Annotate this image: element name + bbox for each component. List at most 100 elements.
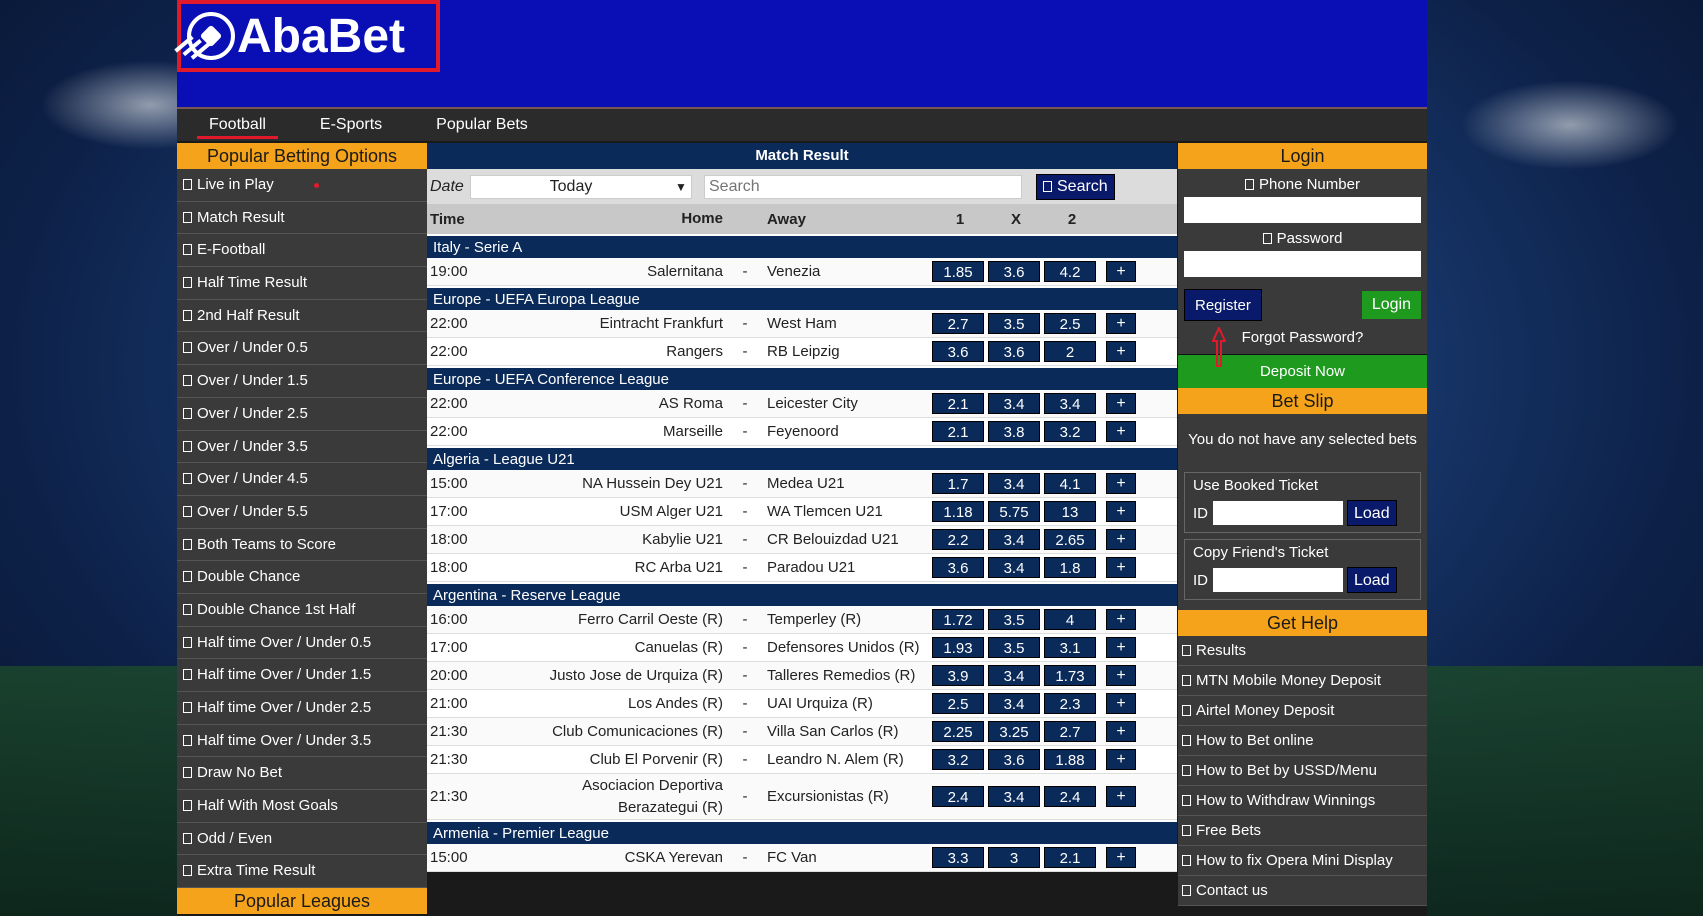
sidebar-item-over-under-3-5[interactable]: Over / Under 3.5	[177, 430, 427, 464]
draw-odd-button[interactable]: 3.4	[988, 665, 1040, 686]
more-markets-button[interactable]: +	[1106, 665, 1136, 686]
help-item-how-to-fix-opera-mini-display[interactable]: How to fix Opera Mini Display	[1178, 846, 1427, 876]
sidebar-item-half-with-most-goals[interactable]: Half With Most Goals	[177, 790, 427, 823]
password-field[interactable]	[1184, 251, 1421, 277]
away-odd-button[interactable]: 2	[1044, 341, 1096, 362]
more-markets-button[interactable]: +	[1106, 721, 1136, 742]
sidebar-item-double-chance-1st-half[interactable]: Double Chance 1st Half	[177, 593, 427, 627]
home-odd-button[interactable]: 2.1	[932, 393, 984, 414]
away-odd-button[interactable]: 3.1	[1044, 637, 1096, 658]
forgot-password-link[interactable]: Forgot Password?	[1184, 327, 1421, 367]
home-odd-button[interactable]: 3.3	[932, 847, 984, 868]
away-odd-button[interactable]: 2.4	[1044, 786, 1096, 807]
more-markets-button[interactable]: +	[1106, 393, 1136, 414]
sidebar-item-half-time-result[interactable]: Half Time Result	[177, 267, 427, 300]
away-odd-button[interactable]: 1.8	[1044, 557, 1096, 578]
home-odd-button[interactable]: 1.72	[932, 609, 984, 630]
away-odd-button[interactable]: 2.3	[1044, 693, 1096, 714]
more-markets-button[interactable]: +	[1106, 609, 1136, 630]
home-odd-button[interactable]: 1.85	[932, 261, 984, 282]
away-odd-button[interactable]: 4.1	[1044, 473, 1096, 494]
search-input[interactable]	[704, 174, 1022, 199]
search-button[interactable]: Search	[1036, 173, 1115, 200]
draw-odd-button[interactable]: 3.5	[988, 637, 1040, 658]
sidebar-item-2nd-half-result[interactable]: 2nd Half Result	[177, 299, 427, 333]
away-odd-button[interactable]: 1.73	[1044, 665, 1096, 686]
more-markets-button[interactable]: +	[1106, 557, 1136, 578]
home-odd-button[interactable]: 2.7	[932, 313, 984, 334]
away-odd-button[interactable]: 13	[1044, 501, 1096, 522]
home-odd-button[interactable]: 2.25	[932, 721, 984, 742]
draw-odd-button[interactable]: 3.5	[988, 609, 1040, 630]
sidebar-item-over-under-2-5[interactable]: Over / Under 2.5	[177, 397, 427, 431]
sidebar-item-half-time-over-under-2-5[interactable]: Half time Over / Under 2.5	[177, 692, 427, 725]
load-friend-button[interactable]: Load	[1347, 567, 1397, 593]
home-odd-button[interactable]: 2.1	[932, 421, 984, 442]
draw-odd-button[interactable]: 3.4	[988, 693, 1040, 714]
home-odd-button[interactable]: 2.5	[932, 693, 984, 714]
more-markets-button[interactable]: +	[1106, 473, 1136, 494]
booked-ticket-id-field[interactable]	[1213, 501, 1343, 525]
more-markets-button[interactable]: +	[1106, 749, 1136, 770]
sidebar-item-half-time-over-under-3-5[interactable]: Half time Over / Under 3.5	[177, 724, 427, 758]
sidebar-item-over-under-4-5[interactable]: Over / Under 4.5	[177, 463, 427, 496]
draw-odd-button[interactable]: 3.4	[988, 529, 1040, 550]
sidebar-item-odd-even[interactable]: Odd / Even	[177, 822, 427, 856]
phone-field[interactable]	[1184, 197, 1421, 223]
sidebar-item-e-football[interactable]: E-Football	[177, 234, 427, 268]
sidebar-item-over-under-5-5[interactable]: Over / Under 5.5	[177, 495, 427, 529]
logo[interactable]: AbaBet	[177, 0, 440, 72]
away-odd-button[interactable]: 1.88	[1044, 749, 1096, 770]
load-booked-button[interactable]: Load	[1347, 500, 1397, 526]
tab-popular-bets[interactable]: Popular Bets	[422, 109, 542, 141]
help-item-how-to-bet-by-ussd-menu[interactable]: How to Bet by USSD/Menu	[1178, 756, 1427, 786]
away-odd-button[interactable]: 3.2	[1044, 421, 1096, 442]
more-markets-button[interactable]: +	[1106, 261, 1136, 282]
home-odd-button[interactable]: 2.4	[932, 786, 984, 807]
sidebar-item-half-time-over-under-0-5[interactable]: Half time Over / Under 0.5	[177, 626, 427, 660]
draw-odd-button[interactable]: 3.4	[988, 557, 1040, 578]
register-button[interactable]: Register	[1184, 289, 1262, 321]
login-button[interactable]: Login	[1361, 291, 1421, 319]
sidebar-item-extra-time-result[interactable]: Extra Time Result	[177, 855, 427, 889]
draw-odd-button[interactable]: 5.75	[988, 501, 1040, 522]
home-odd-button[interactable]: 1.18	[932, 501, 984, 522]
help-item-airtel-money-deposit[interactable]: Airtel Money Deposit	[1178, 696, 1427, 726]
sidebar-item-live-in-play[interactable]: Live in Play	[177, 169, 427, 202]
sidebar-item-over-under-0-5[interactable]: Over / Under 0.5	[177, 332, 427, 366]
draw-odd-button[interactable]: 3.4	[988, 393, 1040, 414]
away-odd-button[interactable]: 3.4	[1044, 393, 1096, 414]
more-markets-button[interactable]: +	[1106, 847, 1136, 868]
home-odd-button[interactable]: 3.9	[932, 665, 984, 686]
home-odd-button[interactable]: 3.2	[932, 749, 984, 770]
home-odd-button[interactable]: 1.7	[932, 473, 984, 494]
help-item-how-to-withdraw-winnings[interactable]: How to Withdraw Winnings	[1178, 786, 1427, 816]
draw-odd-button[interactable]: 3.4	[988, 786, 1040, 807]
help-item-how-to-bet-online[interactable]: How to Bet online	[1178, 726, 1427, 756]
draw-odd-button[interactable]: 3.25	[988, 721, 1040, 742]
draw-odd-button[interactable]: 3	[988, 847, 1040, 868]
help-item-results[interactable]: Results	[1178, 636, 1427, 666]
more-markets-button[interactable]: +	[1106, 637, 1136, 658]
draw-odd-button[interactable]: 3.8	[988, 421, 1040, 442]
away-odd-button[interactable]: 4.2	[1044, 261, 1096, 282]
more-markets-button[interactable]: +	[1106, 501, 1136, 522]
more-markets-button[interactable]: +	[1106, 693, 1136, 714]
help-item-free-bets[interactable]: Free Bets	[1178, 816, 1427, 846]
away-odd-button[interactable]: 4	[1044, 609, 1096, 630]
sidebar-item-draw-no-bet[interactable]: Draw No Bet	[177, 757, 427, 791]
more-markets-button[interactable]: +	[1106, 313, 1136, 334]
sidebar-item-half-time-over-under-1-5[interactable]: Half time Over / Under 1.5	[177, 659, 427, 692]
draw-odd-button[interactable]: 3.5	[988, 313, 1040, 334]
away-odd-button[interactable]: 2.65	[1044, 529, 1096, 550]
help-item-contact-us[interactable]: Contact us	[1178, 876, 1427, 906]
tab-football[interactable]: Football	[195, 109, 280, 141]
draw-odd-button[interactable]: 3.4	[988, 473, 1040, 494]
draw-odd-button[interactable]: 3.6	[988, 749, 1040, 770]
home-odd-button[interactable]: 1.93	[932, 637, 984, 658]
home-odd-button[interactable]: 3.6	[932, 341, 984, 362]
help-item-mtn-mobile-money-deposit[interactable]: MTN Mobile Money Deposit	[1178, 666, 1427, 696]
draw-odd-button[interactable]: 3.6	[988, 261, 1040, 282]
friend-ticket-id-field[interactable]	[1213, 568, 1343, 592]
sidebar-item-match-result[interactable]: Match Result	[177, 201, 427, 235]
